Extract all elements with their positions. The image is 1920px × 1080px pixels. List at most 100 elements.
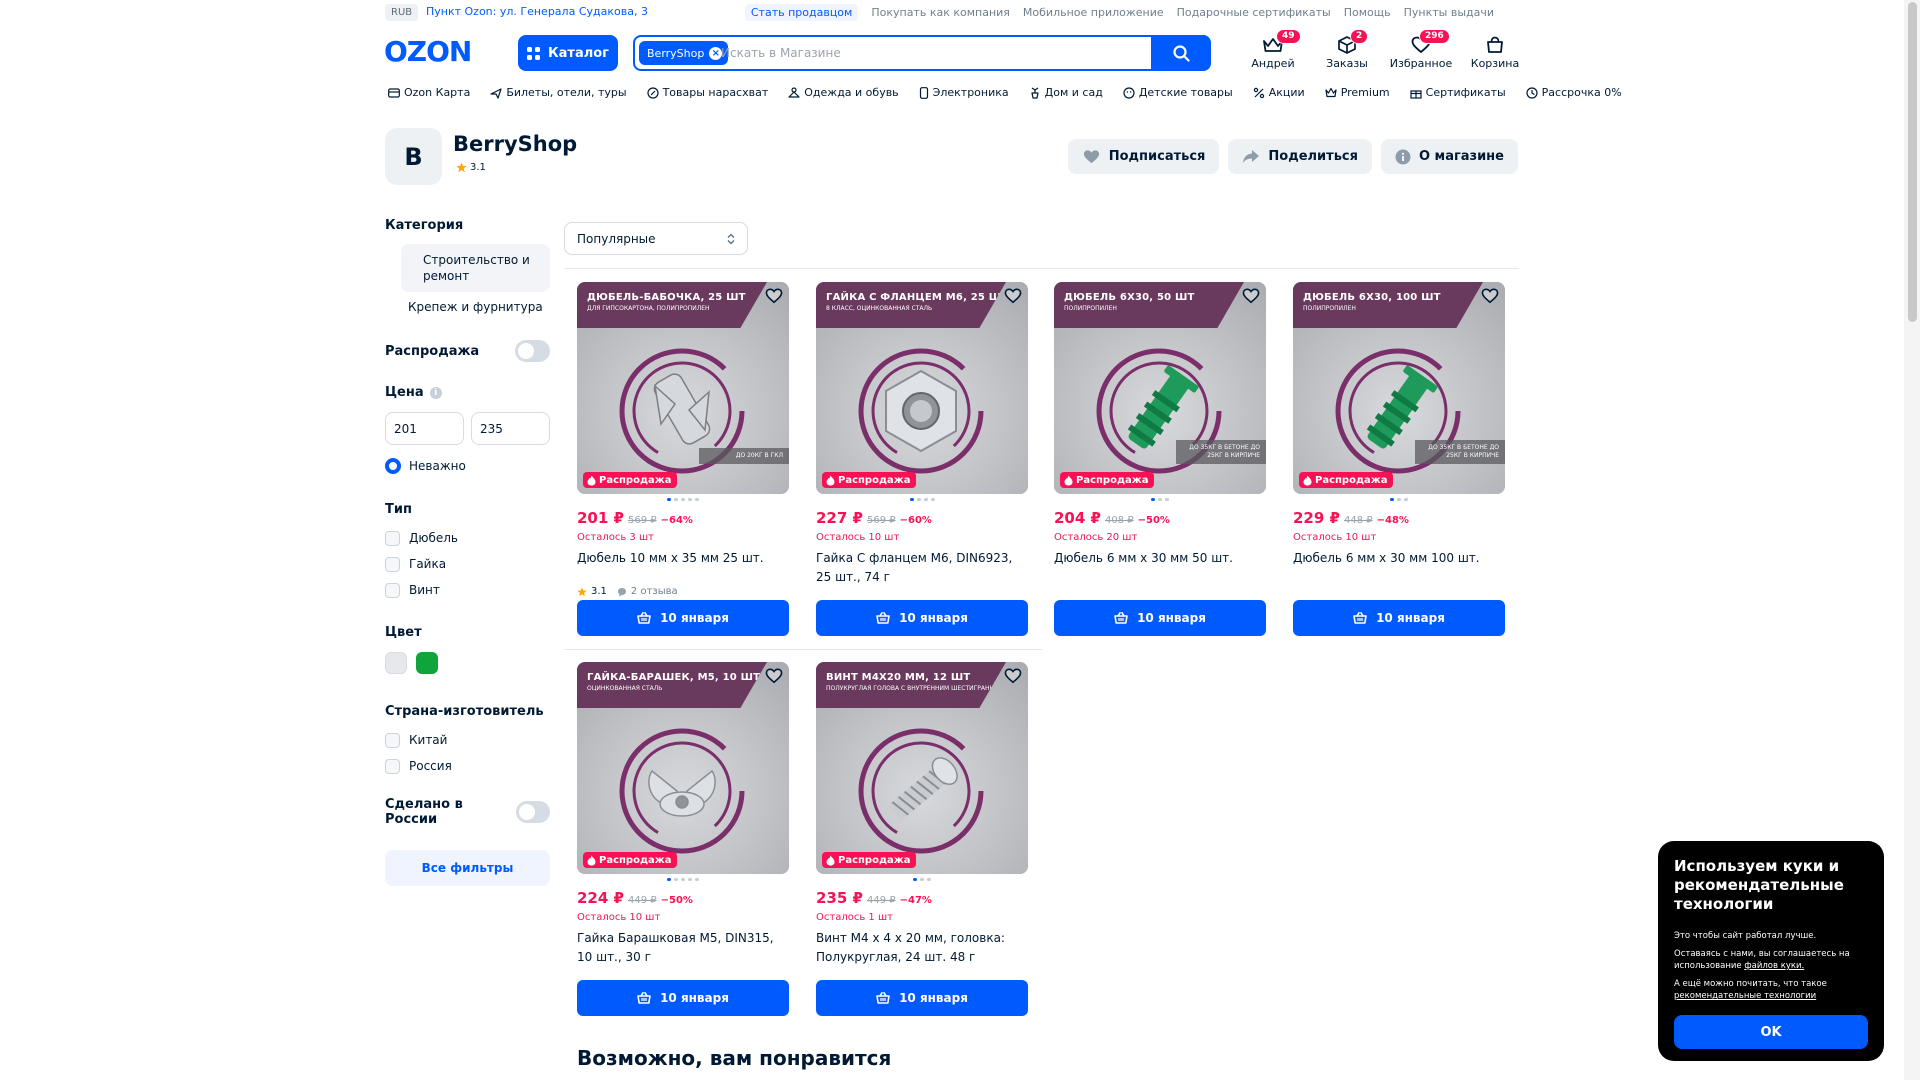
all-filters-button[interactable]: Все фильтры (385, 850, 550, 886)
add-to-cart-button[interactable]: 10 января (577, 600, 789, 636)
product-card[interactable]: ГАЙКА С ФЛАНЦЕМ М6, 25 ШТ 8 КЛАСС, ОЦИНКО… (816, 282, 1028, 640)
cookie-files-link[interactable]: файлов куки. (1744, 961, 1804, 971)
favorite-heart-icon[interactable] (1242, 288, 1260, 304)
cookie-ok-button[interactable]: OK (1674, 1015, 1868, 1049)
carousel-dot[interactable] (674, 498, 678, 501)
checkbox[interactable] (385, 732, 400, 748)
carousel-dot[interactable] (920, 878, 924, 881)
carousel-dot[interactable] (681, 878, 685, 881)
about-shop-button[interactable]: О магазине (1380, 139, 1518, 174)
currency-button[interactable]: RUB (385, 4, 419, 21)
sort-select[interactable]: Популярные (564, 222, 748, 255)
nav-item-premium[interactable]: Premium (1325, 86, 1390, 99)
carousel-dot[interactable] (695, 878, 699, 881)
price-from-input[interactable] (385, 412, 464, 445)
favorite-heart-icon[interactable] (765, 288, 783, 304)
share-button[interactable]: Поделиться (1228, 139, 1372, 174)
search-input[interactable] (721, 41, 1121, 65)
carousel-dot[interactable] (927, 878, 931, 881)
info-icon[interactable]: i (429, 386, 442, 399)
subscribe-button[interactable]: Подписаться (1067, 139, 1220, 174)
product-image[interactable]: ГАЙКА С ФЛАНЦЕМ М6, 25 ШТ 8 КЛАСС, ОЦИНКО… (816, 282, 1028, 494)
carousel-dot[interactable] (681, 498, 685, 501)
checkbox[interactable] (385, 758, 400, 774)
add-to-cart-button[interactable]: 10 января (1293, 600, 1505, 636)
carousel-dot[interactable] (930, 498, 935, 501)
nav-item-home[interactable]: Дом и сад (1029, 86, 1103, 99)
top-link-business[interactable]: Покупать как компания (871, 4, 1010, 21)
product-image[interactable]: ГАЙКА-БАРАШЕК, М5, 10 ШТ ОЦИНКОВАННАЯ СТА… (577, 662, 789, 874)
product-image[interactable]: ВИНТ М4Х20 ММ, 12 ШТ ПОЛУКРУГЛАЯ ГОЛОВА С… (816, 662, 1028, 874)
carousel-dot[interactable] (1151, 498, 1155, 501)
carousel-dot[interactable] (1390, 498, 1394, 501)
header-cart[interactable]: Корзина (1458, 36, 1532, 70)
carousel-dot[interactable] (1158, 498, 1162, 501)
made-in-russia-toggle[interactable] (515, 801, 550, 823)
product-card[interactable]: ГАЙКА-БАРАШЕК, М5, 10 ШТ ОЦИНКОВАННАЯ СТА… (577, 662, 789, 1020)
sale-toggle[interactable] (515, 340, 550, 362)
pickup-point-link[interactable]: Пункт Ozon: ул. Генерала Судакова, 3 (426, 5, 648, 18)
add-to-cart-button[interactable]: 10 января (577, 980, 789, 1016)
country-option[interactable]: Россия (385, 753, 550, 779)
add-to-cart-button[interactable]: 10 января (1054, 600, 1266, 636)
category-subitem[interactable]: Крепеж и фурнитура (408, 300, 550, 314)
product-image[interactable]: ДЮБЕЛЬ-БАБОЧКА, 25 ШТ ДЛЯ ГИПСОКАРТОНА, П… (577, 282, 789, 494)
favorite-heart-icon[interactable] (1004, 668, 1022, 684)
product-rating[interactable]: 3.1 2 отзыва (577, 586, 789, 597)
ozon-logo[interactable]: OZON (384, 38, 488, 64)
carousel-dot[interactable] (667, 878, 671, 881)
carousel-dot[interactable] (916, 498, 921, 501)
product-card[interactable]: ДЮБЕЛЬ 6Х30, 100 ШТ ПОЛИПРОПИЛЕН ДО 35КГ В… (1293, 282, 1505, 640)
radio-selected[interactable] (385, 458, 401, 474)
product-card[interactable]: ДЮБЕЛЬ-БАБОЧКА, 25 ШТ ДЛЯ ГИПСОКАРТОНА, П… (577, 282, 789, 640)
product-title[interactable]: Винт М4 х 4 х 20 мм, головка: Полукругла… (816, 929, 1028, 967)
add-to-cart-button[interactable]: 10 января (816, 600, 1028, 636)
scrollbar[interactable] (1904, 0, 1920, 1080)
color-swatch-gray[interactable] (385, 652, 407, 674)
price-any-option[interactable]: Неважно (385, 458, 550, 474)
top-link-gift-cards[interactable]: Подарочные сертификаты (1177, 4, 1331, 21)
product-image[interactable]: ДЮБЕЛЬ 6Х30, 100 ШТ ПОЛИПРОПИЛЕН ДО 35КГ В… (1293, 282, 1505, 494)
carousel-dot[interactable] (667, 498, 671, 501)
nav-item-electronics[interactable]: Электроника (919, 86, 1009, 99)
carousel-dot[interactable] (1397, 498, 1401, 501)
scrollbar-thumb[interactable] (1908, 2, 1917, 322)
carousel-dot[interactable] (695, 498, 699, 501)
product-image[interactable]: ДЮБЕЛЬ 6Х30, 50 ШТ ПОЛИПРОПИЛЕН ДО 35КГ В … (1054, 282, 1266, 494)
top-link-become-seller[interactable]: Стать продавцом (744, 4, 859, 21)
carousel-dot[interactable] (913, 878, 917, 881)
nav-item-kids[interactable]: Детские товары (1123, 86, 1233, 99)
type-option[interactable]: Винт (385, 577, 550, 603)
color-swatch-green[interactable] (416, 652, 438, 674)
favorite-heart-icon[interactable] (765, 668, 783, 684)
product-title[interactable]: Дюбель 6 мм х 30 мм 50 шт. (1054, 549, 1266, 587)
carousel-dot[interactable] (909, 498, 914, 501)
nav-item-travel[interactable]: Билеты, отели, туры (490, 86, 627, 99)
favorite-heart-icon[interactable] (1004, 288, 1022, 304)
checkbox[interactable] (385, 530, 400, 546)
nav-item-installment[interactable]: Рассрочка 0% (1526, 86, 1622, 99)
type-option[interactable]: Гайка (385, 551, 550, 577)
header-profile[interactable]: 49 Андрей (1236, 29, 1310, 70)
header-orders[interactable]: 2 Заказы (1310, 29, 1384, 70)
category-selected[interactable]: Строительство и ремонт (401, 244, 550, 292)
carousel-dot[interactable] (688, 878, 692, 881)
favorite-heart-icon[interactable] (1481, 288, 1499, 304)
nav-item-certificates[interactable]: Сертификаты (1410, 86, 1506, 99)
recommend-tech-link[interactable]: рекомендательные технологии (1674, 991, 1816, 1001)
country-option[interactable]: Китай (385, 727, 550, 753)
carousel-dot[interactable] (674, 878, 678, 881)
carousel-dot[interactable] (923, 498, 928, 501)
top-link-help[interactable]: Помощь (1344, 4, 1391, 21)
carousel-dot[interactable] (688, 498, 692, 501)
search-button[interactable] (1151, 35, 1211, 71)
add-to-cart-button[interactable]: 10 января (816, 980, 1028, 1016)
catalog-button[interactable]: Каталог (518, 35, 618, 71)
type-option[interactable]: Дюбель (385, 525, 550, 551)
carousel-dot[interactable] (1404, 498, 1408, 501)
carousel-dot[interactable] (1165, 498, 1169, 501)
price-to-input[interactable] (471, 412, 550, 445)
checkbox[interactable] (385, 556, 400, 572)
nav-item-clothes[interactable]: Одежда и обувь (788, 86, 899, 99)
top-link-pickup-points[interactable]: Пункты выдачи (1404, 4, 1494, 21)
